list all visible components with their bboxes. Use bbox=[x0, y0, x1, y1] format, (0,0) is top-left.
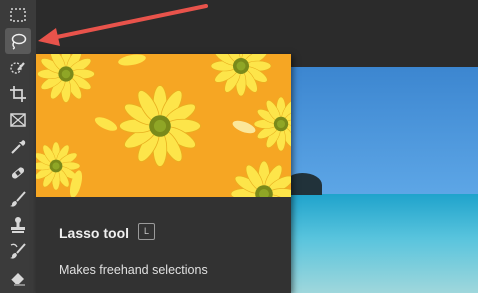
lasso-icon bbox=[11, 33, 27, 50]
spot-healing-icon bbox=[11, 167, 25, 179]
tooltip-description: Makes freehand selections bbox=[59, 263, 208, 277]
history-brush-tool[interactable] bbox=[5, 238, 31, 264]
shortcut-key-badge: L bbox=[138, 223, 155, 240]
photo-sky bbox=[290, 67, 478, 194]
photo-rock bbox=[290, 173, 322, 195]
eraser-icon bbox=[10, 273, 25, 286]
eraser-tool[interactable] bbox=[5, 264, 31, 290]
beach-photo bbox=[290, 67, 478, 293]
sunflowers-image bbox=[36, 54, 291, 197]
frame-tool[interactable] bbox=[5, 107, 31, 133]
history-brush-icon bbox=[10, 243, 26, 259]
crop-tool[interactable] bbox=[5, 81, 31, 107]
quick-selection-icon bbox=[10, 62, 25, 74]
clone-stamp-icon bbox=[11, 217, 25, 233]
quick-selection-tool[interactable] bbox=[5, 55, 31, 81]
frame-icon bbox=[10, 113, 26, 127]
tooltip-preview-image bbox=[36, 54, 291, 197]
eyedropper-icon bbox=[11, 140, 26, 154]
clone-stamp-tool[interactable] bbox=[5, 212, 31, 238]
photo-sea bbox=[290, 194, 478, 293]
spot-healing-tool[interactable] bbox=[5, 160, 31, 186]
eyedropper-tool[interactable] bbox=[5, 134, 31, 160]
rectangular-marquee-icon bbox=[10, 8, 26, 22]
rich-tooltip: Lasso tool L Makes freehand selections bbox=[36, 54, 291, 293]
lasso-tool[interactable] bbox=[5, 28, 31, 54]
brush-tool[interactable] bbox=[5, 186, 31, 212]
tools-panel bbox=[0, 0, 37, 293]
brush-icon bbox=[10, 191, 26, 207]
tooltip-title: Lasso tool bbox=[59, 225, 130, 241]
crop-icon bbox=[10, 86, 26, 102]
rectangular-marquee-tool[interactable] bbox=[5, 2, 31, 28]
